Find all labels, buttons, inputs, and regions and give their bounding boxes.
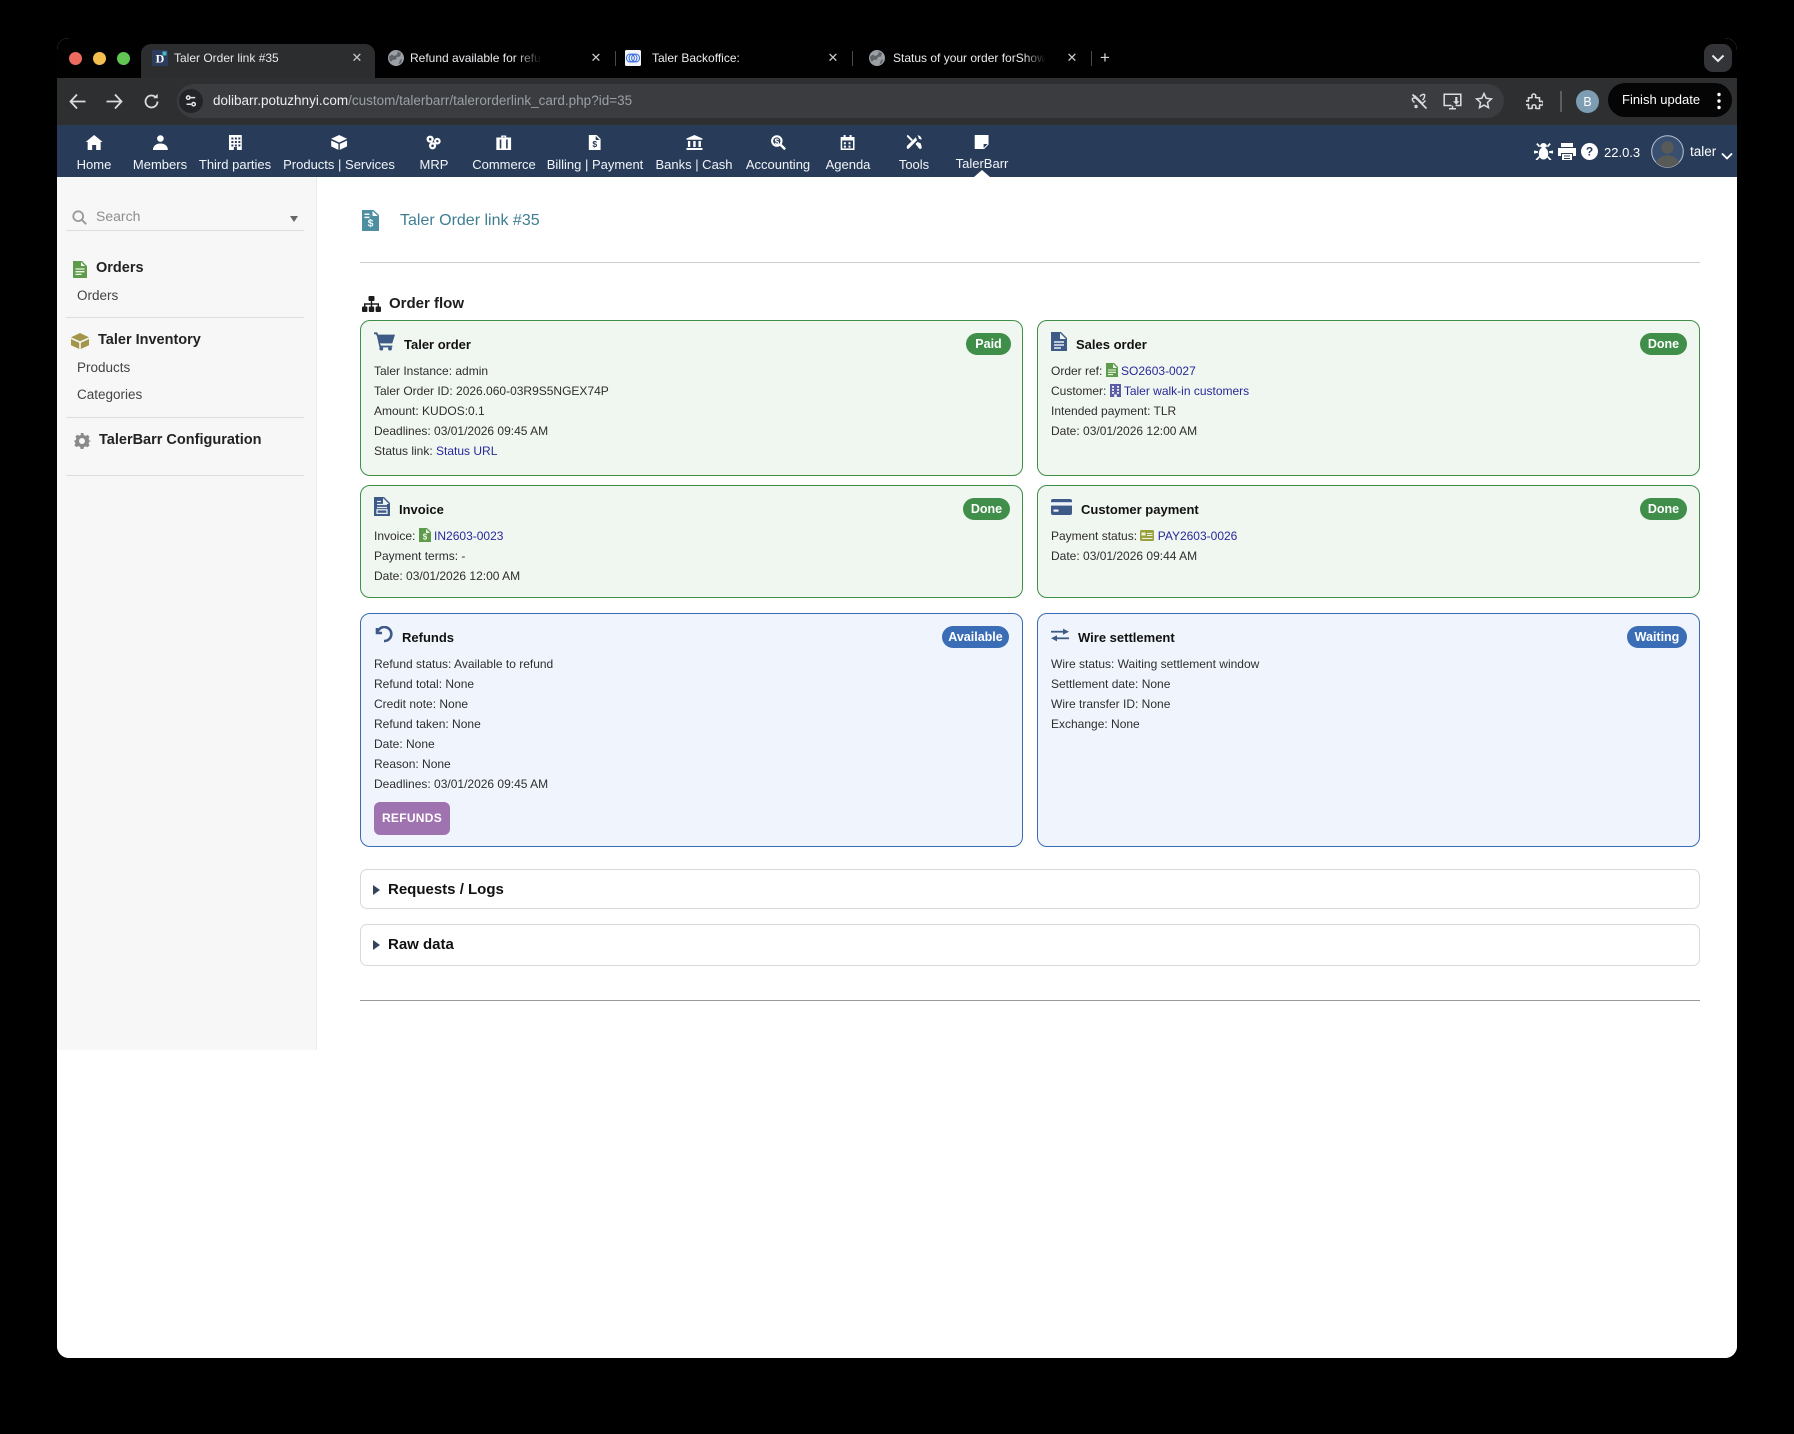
svg-text:$: $ [422,533,427,542]
svg-text:B: B [1583,95,1591,109]
svg-text:$: $ [774,137,779,146]
svg-text:?: ? [1586,145,1593,159]
svg-text:$: $ [593,139,598,149]
svg-text:$: $ [368,218,374,230]
